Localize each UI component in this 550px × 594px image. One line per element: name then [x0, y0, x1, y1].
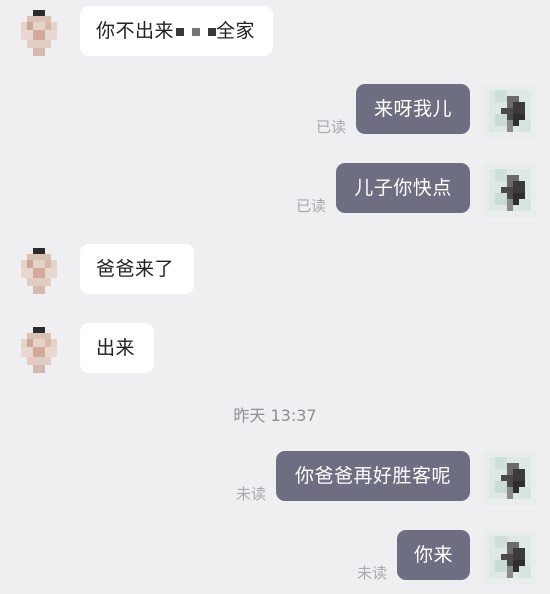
message-bubble[interactable]: 儿子你快点	[336, 163, 470, 213]
contact-avatar-icon[interactable]	[12, 6, 66, 60]
contact-avatar-icon[interactable]	[12, 323, 66, 377]
contact-avatar-icon[interactable]	[12, 244, 66, 298]
message-bubble[interactable]: 爸爸来了	[80, 244, 194, 294]
message-text-part: 全家	[216, 20, 256, 42]
chat-timestamp: 昨天 13:37	[233, 406, 317, 425]
message-bubble[interactable]: 你爸爸再好胜客呢	[276, 451, 470, 501]
message-bubble[interactable]: 出来	[80, 323, 154, 373]
read-status: 未读	[236, 485, 267, 503]
read-status: 已读	[316, 118, 347, 136]
user-avatar-icon[interactable]	[483, 530, 537, 584]
user-avatar-icon[interactable]	[483, 451, 537, 505]
user-avatar-icon[interactable]	[483, 163, 537, 217]
censored-block-icon	[208, 27, 217, 36]
message-text-part: 你不出来	[96, 20, 175, 42]
censored-block-icon	[192, 27, 201, 36]
read-status: 已读	[296, 197, 327, 215]
censored-block-icon	[176, 27, 185, 36]
message-bubble[interactable]: 来呀我儿	[356, 84, 470, 134]
read-status: 未读	[357, 564, 388, 582]
message-bubble[interactable]: 你不出来 全家	[80, 6, 273, 56]
message-bubble[interactable]: 你来	[397, 530, 470, 580]
user-avatar-icon[interactable]	[483, 84, 537, 138]
